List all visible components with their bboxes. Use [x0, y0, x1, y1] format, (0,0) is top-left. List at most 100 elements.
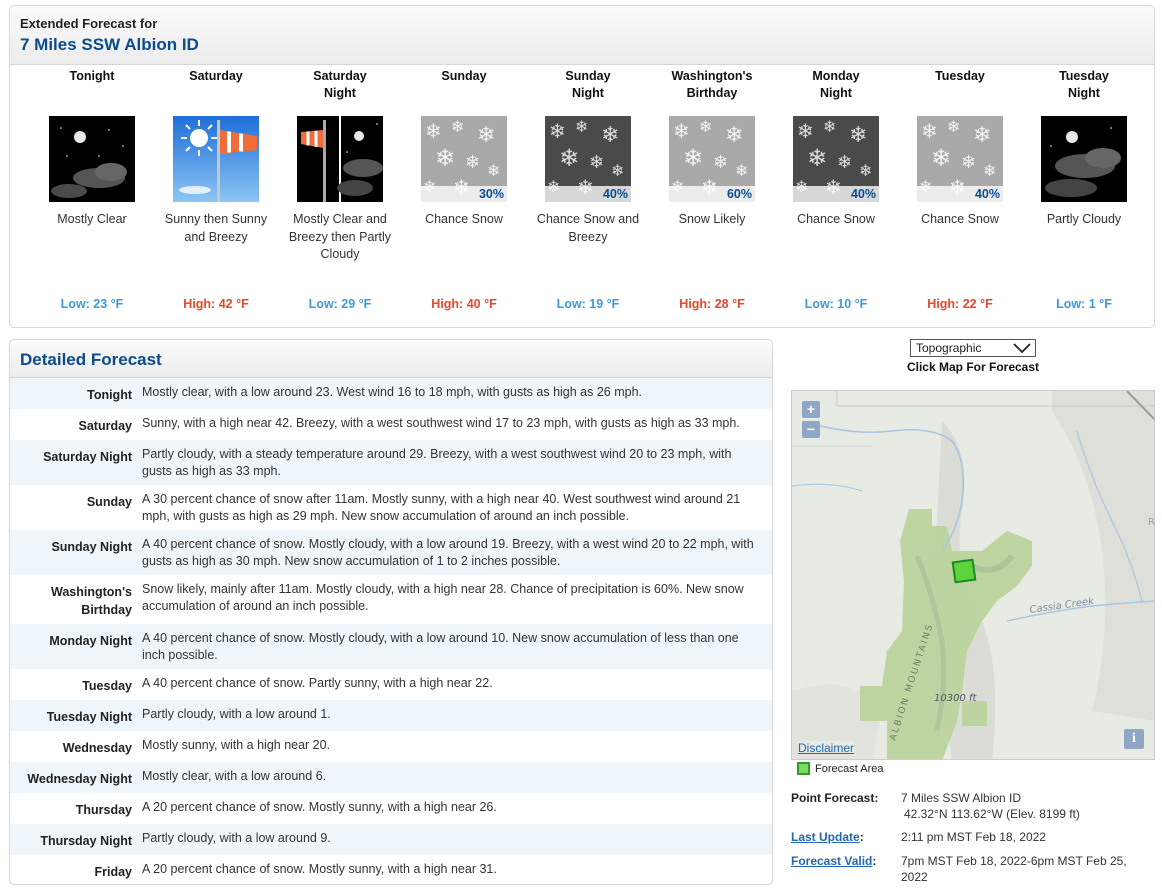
row-text: A 30 percent chance of snow after 11am. … [142, 492, 741, 523]
detailed-forecast-row: Tuesday A 40 percent chance of snow. Par… [10, 669, 772, 700]
period-short-description: Mostly Clear [57, 212, 127, 226]
zoom-in-button[interactable]: + [802, 401, 820, 418]
detailed-forecast-row: Monday Night A 40 percent chance of snow… [10, 624, 772, 669]
night-partly-cloudy-icon [1041, 116, 1127, 202]
period-name: Saturday [189, 69, 243, 83]
period-temperature: High: 40 °F [431, 297, 497, 311]
period-short-description: Chance Snow [921, 212, 999, 226]
forecast-period[interactable]: Sunday Night ❄❄❄ ❄❄❄ ❄❄ 40% Chance Snow … [526, 68, 650, 311]
row-label: Monday Night [49, 634, 132, 648]
svg-text:❄: ❄ [589, 152, 604, 173]
detailed-forecast-panel: Detailed Forecast Tonight Mostly clear, … [9, 339, 773, 885]
forecast-period[interactable]: Saturday Night Mostly Clear and Breezy t… [278, 68, 402, 311]
row-label: Tuesday Night [46, 710, 132, 724]
forecast-valid-row: Forecast Valid: 7pm MST Feb 18, 2022-6pm… [791, 853, 1127, 885]
forecast-period[interactable]: Monday Night ❄❄❄ ❄❄❄ ❄❄ 40% Chance Snow … [774, 68, 898, 311]
detailed-forecast-row: Tonight Mostly clear, with a low around … [10, 378, 772, 409]
forecast-period[interactable]: Tuesday Night Partly Cloudy Low: 1 °F [1022, 68, 1146, 311]
row-label: Friday [94, 865, 132, 879]
last-update-link[interactable]: Last Update [791, 830, 860, 844]
svg-text:❄: ❄ [451, 117, 464, 136]
period-short-description: Chance Snow [425, 212, 503, 226]
row-text: Mostly clear, with a low around 23. West… [142, 385, 643, 399]
map-info-button[interactable]: i [1124, 729, 1144, 749]
row-label: Wednesday Night [27, 772, 132, 786]
row-label: Washington's Birthday [51, 585, 132, 617]
period-temperature: Low: 1 °F [1056, 297, 1112, 311]
last-update-row: Last Update: 2:11 pm MST Feb 18, 2022 [791, 829, 1046, 845]
edge-label: R [1148, 517, 1155, 528]
svg-text:❄: ❄ [823, 117, 836, 136]
svg-text:❄: ❄ [961, 152, 976, 173]
snow-day-icon: ❄❄❄ ❄❄❄ ❄❄ 60% [669, 116, 755, 202]
forecast-period[interactable]: Washington's Birthday ❄❄❄ ❄❄❄ ❄❄ 60% Sno… [650, 68, 774, 311]
night-mostly-clear-icon [49, 116, 135, 202]
disclaimer-link[interactable]: Disclaimer [798, 741, 855, 755]
row-text: A 40 percent chance of snow. Mostly clou… [142, 631, 739, 662]
forecast-valid-value: 7pm MST Feb 18, 2022-6pm MST Feb 25, 202… [901, 854, 1127, 884]
period-temperature: High: 28 °F [679, 297, 745, 311]
forecast-period[interactable]: Sunday ❄❄❄ ❄❄❄ ❄❄ 30% Chance Snow High: … [402, 68, 526, 311]
snow-day-icon: ❄❄❄ ❄❄❄ ❄❄ 40% [917, 116, 1003, 202]
period-name: Sunday [441, 69, 487, 83]
sunny-breezy-icon [173, 116, 259, 202]
row-label: Sunday Night [51, 540, 132, 554]
svg-text:❄: ❄ [921, 119, 938, 143]
detailed-forecast-row: Thursday A 20 percent chance of snow. Mo… [10, 793, 772, 824]
map-legend: Forecast Area [797, 762, 883, 775]
snow-night-icon: ❄❄❄ ❄❄❄ ❄❄ 40% [793, 116, 879, 202]
forecast-period[interactable]: Tuesday ❄❄❄ ❄❄❄ ❄❄ 40% Chance Snow High:… [898, 68, 1022, 311]
map-type-select[interactable]: Topographic [910, 339, 1036, 357]
period-name: Monday Night [812, 69, 860, 100]
svg-text:❄: ❄ [611, 161, 624, 180]
row-text: A 40 percent chance of snow. Partly sunn… [142, 676, 493, 690]
row-label: Saturday [78, 419, 133, 433]
period-temperature: Low: 19 °F [556, 297, 620, 311]
precip-chance: 30% [421, 186, 507, 202]
row-text: Mostly sunny, with a high near 20. [142, 738, 331, 752]
forecast-valid-label: Forecast Valid: [791, 854, 877, 868]
forecast-period[interactable]: Saturday Sunny then Sunny and Breezy Hig… [154, 68, 278, 311]
period-short-description: Chance Snow [797, 212, 875, 226]
detailed-forecast-row: Tuesday Night Partly cloudy, with a low … [10, 700, 772, 731]
svg-text:❄: ❄ [477, 123, 495, 148]
period-name: Tuesday [935, 69, 985, 83]
svg-text:❄: ❄ [735, 161, 748, 180]
zoom-out-button[interactable]: − [802, 421, 820, 438]
night-breezy-clouds-icon [297, 116, 383, 202]
row-label: Sunday [86, 495, 132, 509]
period-short-description: Snow Likely [678, 212, 746, 226]
svg-text:❄: ❄ [465, 152, 480, 173]
svg-text:❄: ❄ [725, 123, 743, 148]
svg-text:❄: ❄ [713, 152, 728, 173]
forecast-period[interactable]: Tonight Mostly Clear Low: 23 °F [30, 68, 154, 311]
svg-text:❄: ❄ [983, 161, 996, 180]
row-label: Thursday [75, 803, 132, 817]
detailed-forecast-row: Wednesday Night Mostly clear, with a low… [10, 762, 772, 793]
period-temperature: High: 42 °F [183, 297, 249, 311]
forecast-periods: Tonight Mostly Clear Low: 23 °F Saturday [20, 68, 1144, 323]
detailed-forecast-row: Saturday Night Partly cloudy, with a ste… [10, 440, 772, 485]
svg-text:❄: ❄ [549, 119, 566, 143]
period-name: Tuesday Night [1059, 69, 1109, 100]
svg-text:❄: ❄ [931, 144, 951, 172]
svg-text:❄: ❄ [807, 144, 827, 172]
svg-text:❄: ❄ [601, 123, 619, 148]
elevation-label: 10300 ft [934, 693, 978, 704]
svg-text:❄: ❄ [435, 144, 455, 172]
period-temperature: Low: 29 °F [308, 297, 372, 311]
point-forecast-row: Point Forecast: 7 Miles SSW Albion ID 42… [791, 790, 1080, 822]
forecast-map[interactable]: Cassia Creek ALBION MOUNTAINS 10300 ft R… [791, 390, 1155, 760]
map-terrain: Cassia Creek ALBION MOUNTAINS 10300 ft R [792, 391, 1155, 759]
row-label: Saturday Night [43, 450, 132, 464]
detailed-forecast-row: Wednesday Mostly sunny, with a high near… [10, 731, 772, 762]
forecast-location-title: 7 Miles SSW Albion ID [20, 35, 199, 54]
extended-forecast-subtitle: Extended Forecast for [20, 16, 158, 31]
period-short-description: Chance Snow and Breezy [536, 212, 640, 244]
precip-chance: 40% [917, 186, 1003, 202]
forecast-valid-link[interactable]: Forecast Valid [791, 854, 872, 868]
period-short-description: Sunny then Sunny and Breezy [164, 212, 268, 244]
svg-text:❄: ❄ [575, 117, 588, 136]
precip-chance: 40% [793, 186, 879, 202]
period-name: Saturday Night [313, 69, 367, 100]
